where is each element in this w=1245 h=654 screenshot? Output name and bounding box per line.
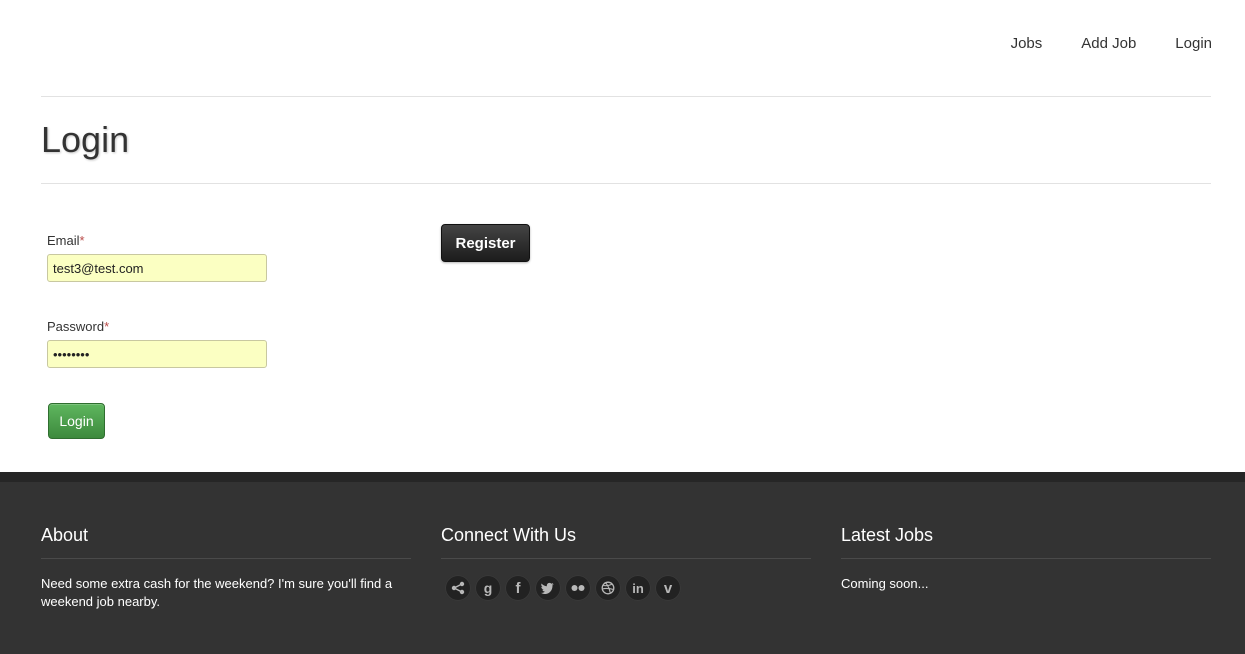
footer-latest-heading: Latest Jobs <box>841 522 1211 559</box>
footer-connect-heading: Connect With Us <box>441 522 811 559</box>
footer-about: About Need some extra cash for the weeke… <box>41 522 411 611</box>
footer: About Need some extra cash for the weeke… <box>0 472 1245 654</box>
nav-links: Jobs Add Job Login <box>972 34 1212 54</box>
login-button[interactable]: Login <box>48 403 105 439</box>
footer-about-text: Need some extra cash for the weekend? I'… <box>41 576 393 609</box>
social-links: g f in v <box>445 575 811 601</box>
email-label-text: Email <box>47 233 80 248</box>
page-title: Login <box>41 119 130 160</box>
google-icon[interactable]: g <box>475 575 501 601</box>
footer-latest-jobs: Latest Jobs Coming soon... <box>841 522 1211 593</box>
nav-link-add-job[interactable]: Add Job <box>1081 34 1136 54</box>
password-field[interactable] <box>47 340 267 368</box>
flickr-icon[interactable] <box>565 575 591 601</box>
top-navigation: Jobs Add Job Login <box>0 0 1245 96</box>
title-divider <box>41 183 1211 184</box>
linkedin-icon[interactable]: in <box>625 575 651 601</box>
password-label-text: Password <box>47 319 105 334</box>
share-icon[interactable] <box>445 575 471 601</box>
email-label: Email* <box>47 233 85 249</box>
vimeo-icon[interactable]: v <box>655 575 681 601</box>
footer-connect: Connect With Us g f in v <box>441 522 811 601</box>
twitter-icon[interactable] <box>535 575 561 601</box>
footer-latest-text: Coming soon... <box>841 576 929 591</box>
required-mark: * <box>79 233 85 248</box>
nav-link-login[interactable]: Login <box>1175 34 1212 54</box>
footer-about-heading: About <box>41 522 411 559</box>
required-mark: * <box>104 319 110 334</box>
nav-link-jobs[interactable]: Jobs <box>1011 34 1043 54</box>
email-field[interactable] <box>47 254 267 282</box>
nav-divider <box>41 96 1211 97</box>
facebook-icon[interactable]: f <box>505 575 531 601</box>
password-label: Password* <box>47 319 109 335</box>
dribbble-icon[interactable] <box>595 575 621 601</box>
register-button[interactable]: Register <box>441 224 530 262</box>
